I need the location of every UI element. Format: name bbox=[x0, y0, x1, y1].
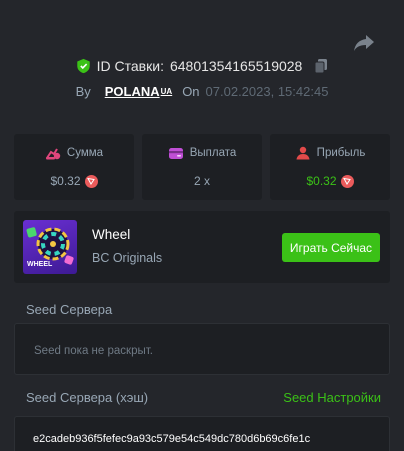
stat-amount: Сумма $0.32 bbox=[14, 134, 134, 200]
bet-stats: Сумма $0.32 Выплата 2 x Прибыль $0.32 bbox=[14, 134, 390, 200]
bet-id-value: 64801354165519028 bbox=[169, 58, 303, 74]
server-seed-hash-box: e2cadeb936f5fefec9a93c579e54c549dc780d6b… bbox=[14, 416, 390, 451]
stat-amount-label: Сумма bbox=[66, 147, 104, 159]
stat-profit-label: Прибыль bbox=[316, 147, 366, 159]
seed-settings-link[interactable]: Seed Настройки bbox=[283, 390, 381, 405]
stat-payout: Выплата 2 x bbox=[142, 134, 262, 200]
bet-meta-row: By POLANA UA On 07.02.2023, 15:42:45 bbox=[0, 84, 404, 99]
stat-payout-value: 2 x bbox=[193, 174, 210, 188]
wallet-icon bbox=[168, 148, 183, 159]
bet-datetime: 07.02.2023, 15:42:45 bbox=[205, 84, 329, 99]
trx-coin-icon bbox=[340, 174, 354, 188]
server-seed-value: Seed пока не раскрыт. bbox=[34, 345, 153, 357]
game-provider: BC Originals bbox=[92, 251, 163, 265]
game-card: WHEEL Wheel BC Originals Играть Сейчас bbox=[14, 211, 390, 283]
stat-profit-value: $0.32 bbox=[306, 174, 337, 188]
username-link[interactable]: POLANA bbox=[105, 84, 160, 99]
stat-amount-value: $0.32 bbox=[50, 174, 81, 188]
game-name[interactable]: Wheel bbox=[92, 227, 130, 242]
bet-id-label: ID Ставки: bbox=[96, 58, 164, 74]
share-icon[interactable] bbox=[352, 30, 376, 54]
username-suffix[interactable]: UA bbox=[161, 87, 173, 96]
user-profit-icon bbox=[296, 146, 310, 160]
server-seed-box: Seed пока не раскрыт. bbox=[14, 323, 390, 375]
server-seed-label: Seed Сервера bbox=[26, 302, 113, 317]
copy-icon[interactable] bbox=[314, 58, 328, 74]
on-label: On bbox=[182, 84, 200, 99]
server-seed-hash-label: Seed Сервера (хэш) bbox=[26, 390, 149, 405]
by-label: By bbox=[75, 84, 91, 99]
server-seed-hash-value: e2cadeb936f5fefec9a93c579e54c549dc780d6b… bbox=[33, 433, 311, 445]
trx-coin-icon bbox=[84, 174, 98, 188]
game-thumbnail-text: WHEEL bbox=[27, 261, 53, 268]
shield-check-icon bbox=[76, 58, 90, 74]
game-thumbnail[interactable]: WHEEL bbox=[23, 220, 77, 274]
stat-payout-label: Выплата bbox=[189, 147, 237, 159]
money-bag-icon bbox=[45, 148, 61, 160]
stat-profit: Прибыль $0.32 bbox=[270, 134, 390, 200]
play-now-button[interactable]: Играть Сейчас bbox=[282, 233, 380, 262]
bet-id-row: ID Ставки: 64801354165519028 bbox=[0, 58, 404, 74]
